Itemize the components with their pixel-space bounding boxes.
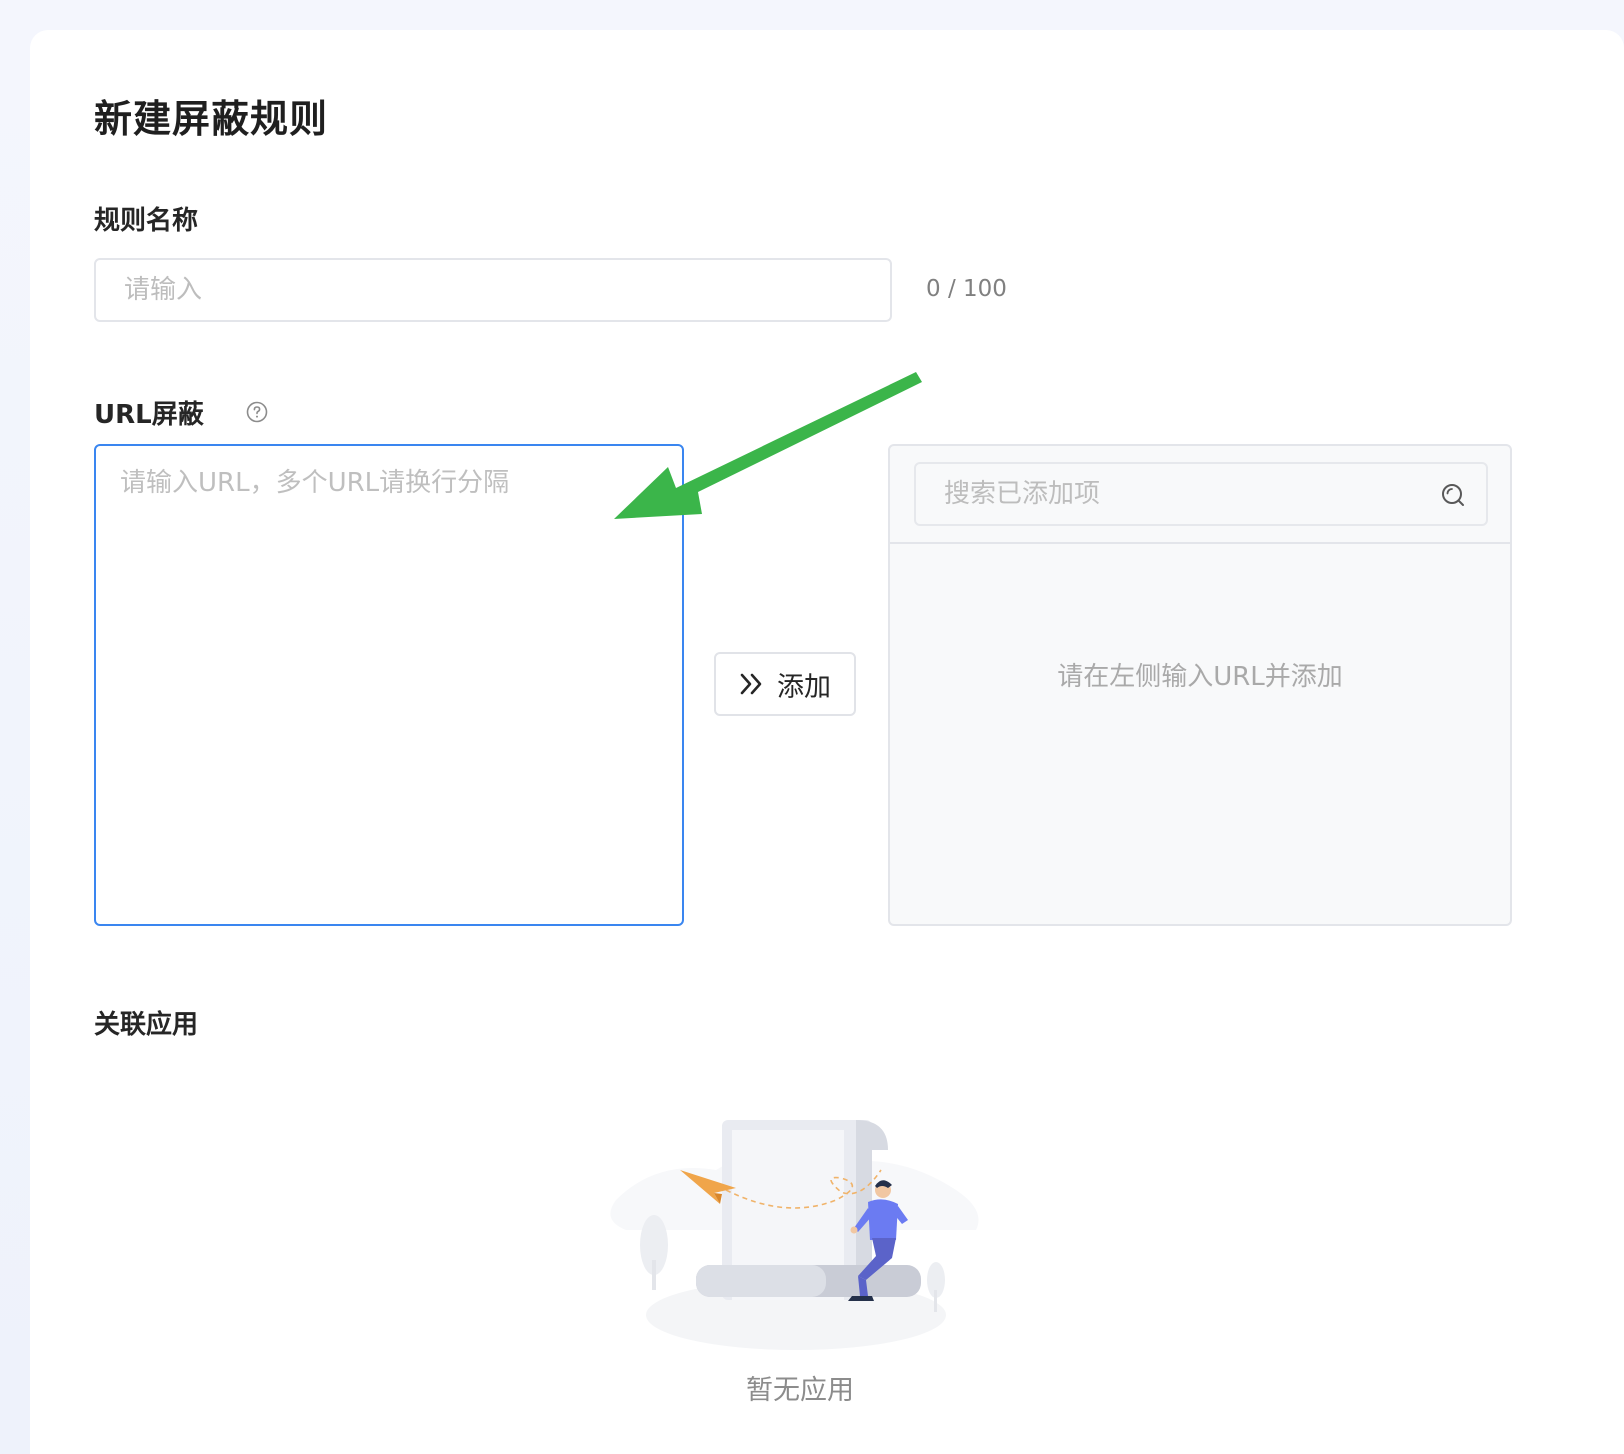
rule-name-char-counter: 0 / 100: [926, 276, 1007, 302]
url-block-label: URL屏蔽: [94, 400, 204, 430]
url-input-textarea[interactable]: [94, 444, 684, 926]
related-apps-empty-text: 暂无应用: [746, 1375, 854, 1406]
added-urls-panel: 请在左侧输入URL并添加: [888, 444, 1512, 926]
added-panel-empty-hint: 请在左侧输入URL并添加: [1057, 662, 1343, 692]
related-apps-label: 关联应用: [94, 1010, 199, 1040]
added-search-box: [914, 462, 1488, 526]
add-button-label: 添加: [777, 671, 831, 703]
page-title: 新建屏蔽规则: [94, 97, 329, 141]
rule-name-label: 规则名称: [94, 206, 199, 236]
form-card: 新建屏蔽规则 规则名称 0 / 100 URL屏蔽 添加 请在: [30, 30, 1624, 1454]
added-panel-header: [890, 446, 1510, 544]
rule-name-input[interactable]: [94, 258, 892, 322]
empty-state-illustration: [610, 1120, 979, 1350]
question-circle-icon[interactable]: [246, 401, 268, 423]
add-url-button[interactable]: 添加: [714, 652, 856, 716]
search-icon[interactable]: [1440, 482, 1466, 508]
double-chevron-right-icon: [740, 673, 762, 695]
added-search-input[interactable]: [916, 464, 1486, 524]
